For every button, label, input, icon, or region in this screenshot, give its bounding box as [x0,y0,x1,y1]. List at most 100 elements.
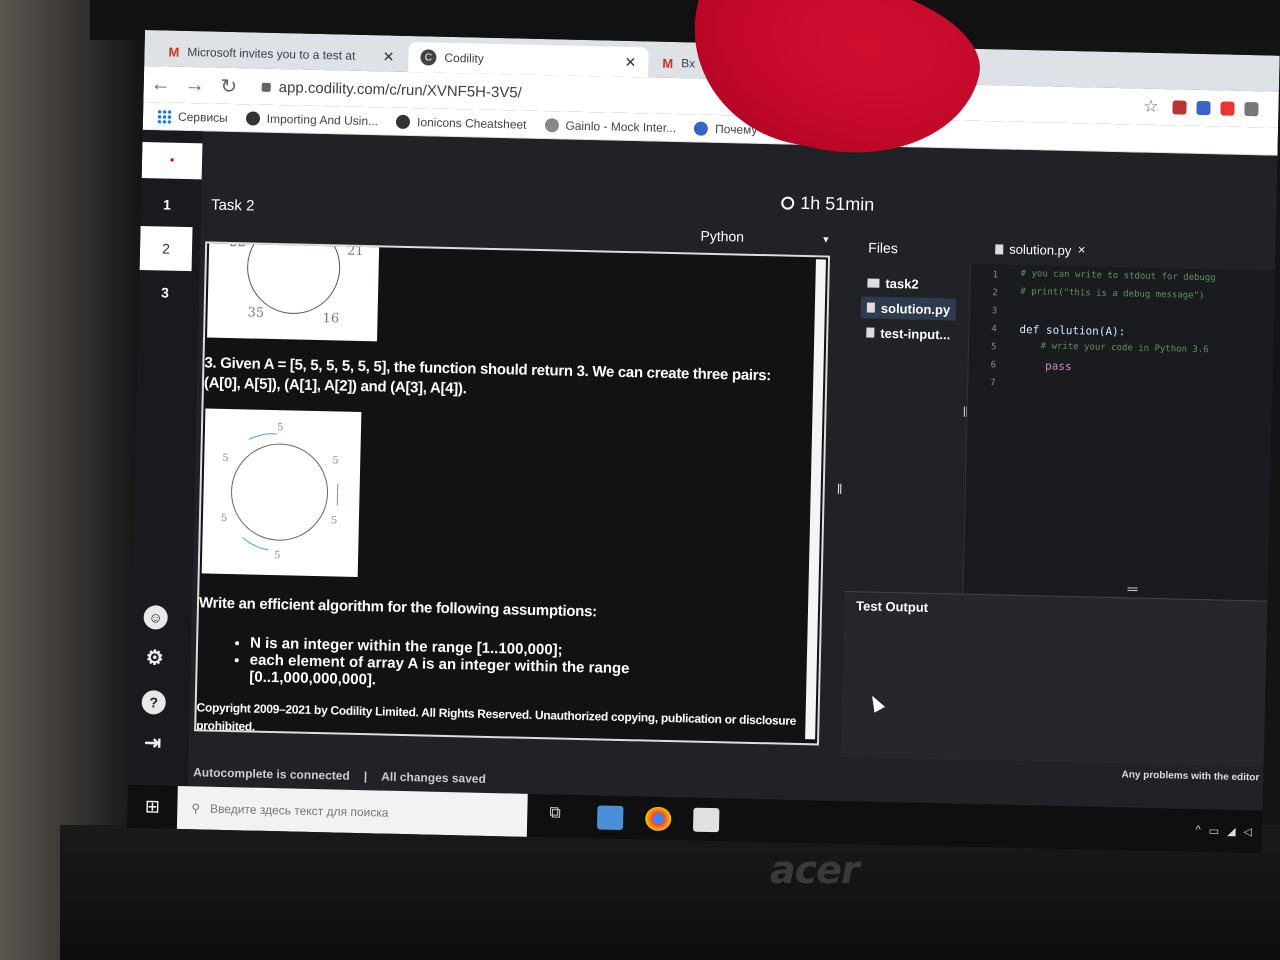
line-number: 2 [992,288,998,299]
help-icon[interactable]: ? [141,690,167,715]
tab-label: Microsoft invites you to a test at [187,44,356,63]
bookmark-gainlo[interactable]: Gainlo - Mock Inter... [544,117,677,135]
line-number: 7 [990,378,996,389]
code-editor[interactable]: 1 2 3 4 5 6 7 # you can write to stdout … [962,263,1276,601]
figure-label: 5 [277,422,284,433]
bookmark-label: Importing And Usin... [266,111,379,128]
wifi-icon[interactable]: ◢ [1227,825,1236,838]
example-figure-middle: 5 5 5 5 5 5 [201,408,362,577]
pane-resize-handle[interactable]: ═ [1127,580,1137,596]
task-description-panel[interactable]: 22 21 35 16 3. Given A = [5, 5, 5, 5, 5,… [194,241,831,746]
accessibility-icon[interactable]: ☺ [143,605,168,630]
code-line: # print("this is a debug message") [1020,286,1205,302]
laptop-screen: M Microsoft invites you to a test at ✕ C… [126,30,1280,854]
tab-label: Codility [444,50,484,66]
figure-label: 5 [221,513,228,524]
taskbar-search[interactable]: ⚲ Введите здесь текст для поиска [176,785,528,837]
extension-icons [1172,89,1269,127]
task-view-icon[interactable]: ⧉ [549,804,576,829]
forward-arrow-icon[interactable]: → [178,73,213,97]
close-icon[interactable]: ✕ [383,48,395,65]
system-tray: ^ ▭ ◢ ◁ [1195,824,1252,838]
search-placeholder: Введите здесь текст для поиска [210,801,389,820]
bookmark-label: Gainlo - Mock Inter... [565,118,677,135]
close-icon[interactable]: ✕ [1077,245,1086,256]
figure-label: 5 [274,550,281,561]
file-icon [866,327,875,338]
back-arrow-icon[interactable]: ← [144,72,179,96]
gmail-icon: M [168,44,180,60]
code-line: # write your code in Python 3.6 [1018,340,1209,356]
bookmark-services[interactable]: Сервисы [156,108,228,125]
file-explorer-icon[interactable] [596,804,624,830]
gmail-icon: M [662,55,674,71]
file-solution-py[interactable]: solution.py [860,296,957,321]
bookmark-importing[interactable]: Importing And Usin... [245,110,379,128]
file-test-input[interactable]: test-input... [866,321,951,345]
code-line: # you can write to stdout for debugg [1020,268,1216,284]
extension-icon[interactable] [1172,100,1187,115]
assumptions-list: N is an integer within the range [1..100… [197,633,650,694]
address-bar[interactable]: app.codility.com/c/run/XVNF5H-3V5/ [261,78,522,101]
line-number: 6 [990,360,997,371]
bookmark-label: Ionicons Cheatsheet [416,114,527,132]
folder-label: task2 [885,275,919,292]
problems-link[interactable]: Any problems with the editor [1121,769,1259,783]
battery-icon[interactable]: ▭ [1209,824,1220,837]
code-line: def solution(A): [1019,322,1126,339]
figure-label: 21 [347,244,364,259]
assumptions-heading: Write an efficient algorithm for the fol… [198,594,597,621]
bookmark-star-icon[interactable]: ☆ [1143,97,1159,117]
bookmark-ionicons[interactable]: Ionicons Cheatsheet [395,114,527,132]
test-output-heading: Test Output [855,598,929,615]
task-title: Task 2 [210,196,255,215]
line-number: 5 [990,342,997,353]
bookmark-site-icon [544,117,559,132]
reload-icon[interactable]: ↻ [211,73,246,99]
save-status: All changes saved [381,769,487,786]
figure-label: 5 [332,455,339,466]
tab-label: Bx [681,56,696,71]
language-select[interactable]: Python ▼ [700,228,830,247]
figure-label: 22 [229,241,246,250]
chevron-down-icon: ▼ [821,234,831,245]
apps-grid-icon [156,108,172,124]
folder-task2[interactable]: task2 [867,271,919,294]
youtube-icon[interactable] [1220,101,1235,116]
volume-icon[interactable]: ◁ [1243,825,1252,838]
pane-resize-handle[interactable]: ‖ [837,481,843,497]
bookmark-label: Сервисы [177,109,228,125]
chevron-up-icon[interactable]: ^ [1195,824,1200,837]
extension-icon[interactable] [1244,101,1259,117]
task-number-3[interactable]: 3 [139,270,192,315]
task-number-2[interactable]: 2 [139,225,193,272]
figure-label: 5 [222,453,229,464]
status-bar: Autocomplete is connected | All changes … [193,765,486,786]
clock-icon [781,196,795,210]
gear-icon[interactable]: ⚙ [142,645,167,670]
search-icon: ⚲ [191,800,201,815]
close-icon[interactable]: ✕ [624,53,636,70]
scrollbar[interactable] [805,259,826,740]
app-icon[interactable] [692,807,720,832]
figure-label: 16 [322,311,339,326]
file-label: test-input... [880,325,951,342]
figure-label: 5 [331,515,338,526]
extension-icon[interactable] [1196,100,1211,116]
example-figure-top: 22 21 35 16 [207,241,380,342]
chrome-icon[interactable] [644,806,672,831]
circle-diagram: 5 5 5 5 5 5 [221,422,339,561]
example-text: 3. Given A = [5, 5, 5, 5, 5, 5], the fun… [203,354,772,398]
line-number: 1 [992,270,999,281]
task-number-1[interactable]: 1 [141,182,194,227]
language-selected: Python [700,227,745,245]
editor-tab-solution[interactable]: solution.py ✕ [995,241,1086,258]
windows-start-icon[interactable]: ⊞ [127,796,177,818]
status-separator: | [363,769,368,784]
exit-icon[interactable]: ⇥ [141,730,166,755]
line-number: 4 [991,324,997,335]
countdown-timer: 1h 51min [781,192,875,215]
folder-icon [867,277,880,288]
bookmark-site-icon [693,120,709,136]
github-icon [395,114,411,129]
